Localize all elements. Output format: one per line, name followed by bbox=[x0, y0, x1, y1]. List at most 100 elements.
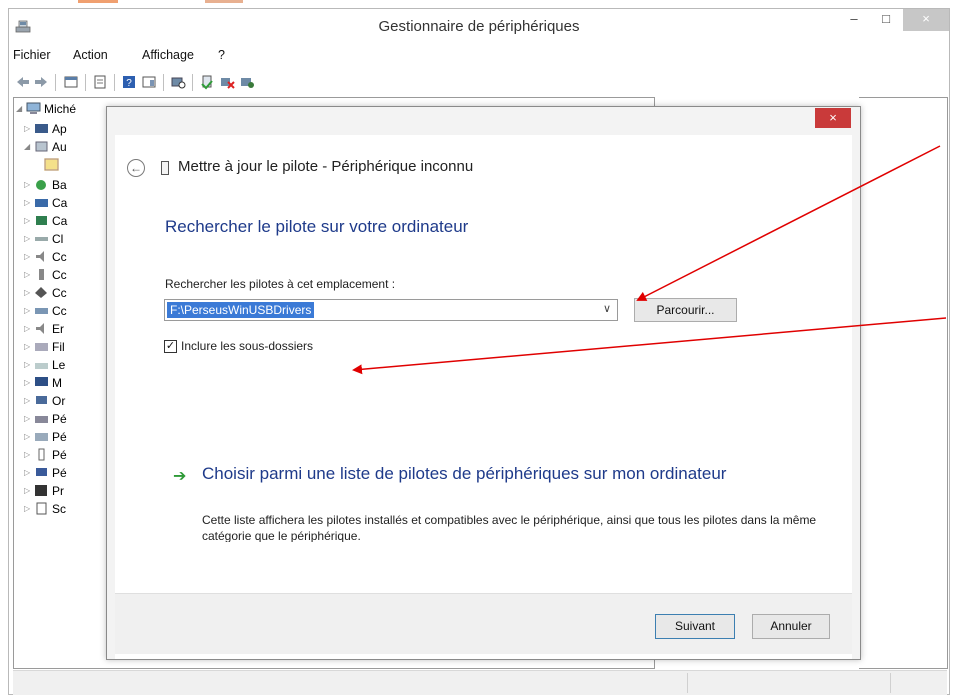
toolbar-separator bbox=[192, 74, 193, 91]
tree-root[interactable]: ◢ Miché bbox=[16, 100, 116, 118]
tree-item[interactable]: ▷ Pé bbox=[24, 428, 114, 446]
expand-icon[interactable]: ▷ bbox=[24, 120, 32, 138]
tree-item-label: Pé bbox=[52, 430, 67, 444]
window-title: Gestionnaire de périphériques bbox=[378, 18, 580, 35]
tree-item[interactable]: ◢ Au bbox=[24, 138, 114, 156]
green-arrow-icon: ➔ bbox=[173, 468, 187, 485]
tree-item[interactable]: ▷ Ap bbox=[24, 120, 114, 138]
scan-hardware-icon[interactable] bbox=[170, 74, 186, 90]
properties-icon[interactable] bbox=[63, 74, 79, 90]
location-value[interactable]: F:\PerseusWinUSBDrivers bbox=[167, 302, 315, 318]
back-arrow-icon[interactable] bbox=[15, 74, 31, 90]
tree-item[interactable]: ▷ Er bbox=[24, 320, 114, 338]
tree-item[interactable]: ▷ Le bbox=[24, 356, 114, 374]
expand-icon[interactable]: ▷ bbox=[24, 320, 32, 338]
collapse-icon[interactable]: ◢ bbox=[16, 100, 24, 118]
expand-icon[interactable]: ▷ bbox=[24, 338, 32, 356]
expand-icon[interactable]: ▷ bbox=[24, 230, 32, 248]
expand-icon[interactable]: ▷ bbox=[24, 446, 32, 464]
device-category-icon bbox=[36, 216, 47, 225]
tree-item[interactable]: ▷ Pé bbox=[24, 464, 114, 482]
expand-icon[interactable]: ▷ bbox=[24, 482, 32, 500]
expand-icon[interactable]: ▷ bbox=[24, 212, 32, 230]
expand-icon[interactable]: ▷ bbox=[24, 500, 32, 518]
tree-item[interactable]: ▷ Ba bbox=[24, 176, 114, 194]
unknown-device-icon bbox=[44, 158, 59, 171]
tree-item[interactable]: ▷ Fil bbox=[24, 338, 114, 356]
background-strip bbox=[0, 0, 956, 8]
tree-item-label: Pé bbox=[52, 412, 67, 426]
expand-icon[interactable]: ▷ bbox=[24, 284, 32, 302]
tree-item[interactable]: ▷ Ca bbox=[24, 212, 114, 230]
expand-icon[interactable]: ▷ bbox=[24, 356, 32, 374]
menu-help[interactable]: ? bbox=[218, 48, 225, 62]
tree-root-label: Miché bbox=[44, 102, 77, 116]
tree-item[interactable] bbox=[42, 156, 112, 174]
tree-item-label: Ca bbox=[52, 214, 68, 228]
expand-icon[interactable]: ▷ bbox=[24, 194, 32, 212]
expand-icon[interactable]: ▷ bbox=[24, 410, 32, 428]
expand-icon[interactable]: ▷ bbox=[24, 374, 32, 392]
tree-item[interactable]: ▷ Ca bbox=[24, 194, 114, 212]
expand-icon[interactable]: ▷ bbox=[24, 428, 32, 446]
background-fragment bbox=[205, 0, 243, 3]
location-combobox[interactable]: F:\PerseusWinUSBDrivers ∨ bbox=[164, 299, 618, 321]
toolbar-separator bbox=[55, 74, 56, 91]
toolbar-separator bbox=[114, 74, 115, 91]
title-bar: Gestionnaire de périphériques – □ × bbox=[9, 9, 949, 43]
device-category-icon bbox=[35, 124, 48, 133]
forward-arrow-icon[interactable] bbox=[33, 74, 49, 90]
device-category-icon bbox=[36, 180, 46, 190]
tree-item-label: Sc bbox=[52, 502, 67, 516]
tree-item[interactable]: ▷ Pé bbox=[24, 446, 114, 464]
status-divider bbox=[687, 673, 688, 693]
menu-affichage[interactable]: Affichage bbox=[142, 48, 194, 62]
tree-item[interactable]: ▷ M bbox=[24, 374, 114, 392]
expand-icon[interactable]: ▷ bbox=[24, 302, 32, 320]
help-icon[interactable]: ? bbox=[121, 74, 137, 90]
device-category-icon bbox=[35, 308, 48, 314]
tree-item[interactable]: ▷ Cc bbox=[24, 266, 114, 284]
device-category-icon bbox=[36, 502, 47, 515]
tree-item[interactable]: ▷ Sc bbox=[24, 500, 114, 518]
device-category-icon bbox=[35, 485, 47, 496]
cancel-button[interactable]: Annuler bbox=[752, 614, 830, 639]
maximize-button[interactable]: □ bbox=[873, 9, 899, 31]
expand-icon[interactable]: ▷ bbox=[24, 392, 32, 410]
dialog-frame bbox=[107, 107, 115, 659]
next-button[interactable]: Suivant bbox=[655, 614, 735, 639]
back-button[interactable]: ← bbox=[127, 159, 145, 177]
tree-item[interactable]: ▷ Cl bbox=[24, 230, 114, 248]
expand-icon[interactable]: ▷ bbox=[24, 176, 32, 194]
expand-icon[interactable]: ▷ bbox=[24, 266, 32, 284]
list-icon[interactable] bbox=[141, 74, 157, 90]
menu-action[interactable]: Action bbox=[73, 48, 108, 62]
disable-icon[interactable] bbox=[239, 74, 255, 90]
update-driver-icon[interactable] bbox=[199, 74, 215, 90]
tree-item[interactable]: ▷ Cc bbox=[24, 302, 114, 320]
tree-item-label: Ca bbox=[52, 196, 68, 210]
collapse-icon[interactable]: ◢ bbox=[24, 138, 32, 156]
chevron-down-icon[interactable]: ∨ bbox=[603, 302, 611, 315]
tree-item-label: Cc bbox=[52, 304, 67, 318]
expand-icon[interactable]: ▷ bbox=[24, 248, 32, 266]
browse-button[interactable]: Parcourir... bbox=[634, 298, 737, 322]
tree-item[interactable]: ▷ Cc bbox=[24, 248, 114, 266]
tree-item[interactable]: ▷ Cc bbox=[24, 284, 114, 302]
tree-item-label: M bbox=[52, 376, 62, 390]
close-button[interactable]: × bbox=[903, 9, 949, 31]
expand-icon[interactable]: ▷ bbox=[24, 464, 32, 482]
tree-item[interactable]: ▷ Pr bbox=[24, 482, 114, 500]
menu-fichier[interactable]: Fichier bbox=[13, 48, 51, 62]
view-icon[interactable] bbox=[92, 74, 108, 90]
choose-driver-link[interactable]: Choisir parmi une liste de pilotes de pé… bbox=[202, 462, 762, 486]
include-subfolders-checkbox[interactable]: ✓ bbox=[164, 340, 177, 353]
include-subfolders-label[interactable]: Inclure les sous-dossiers bbox=[181, 339, 313, 353]
dialog-close-button[interactable]: × bbox=[815, 108, 851, 128]
minimize-button[interactable]: – bbox=[841, 9, 867, 31]
device-category-icon bbox=[35, 199, 48, 207]
uninstall-icon[interactable] bbox=[219, 74, 235, 90]
tree-item[interactable]: ▷ Or bbox=[24, 392, 114, 410]
tree-item[interactable]: ▷ Pé bbox=[24, 410, 114, 428]
device-category-icon bbox=[36, 396, 47, 404]
